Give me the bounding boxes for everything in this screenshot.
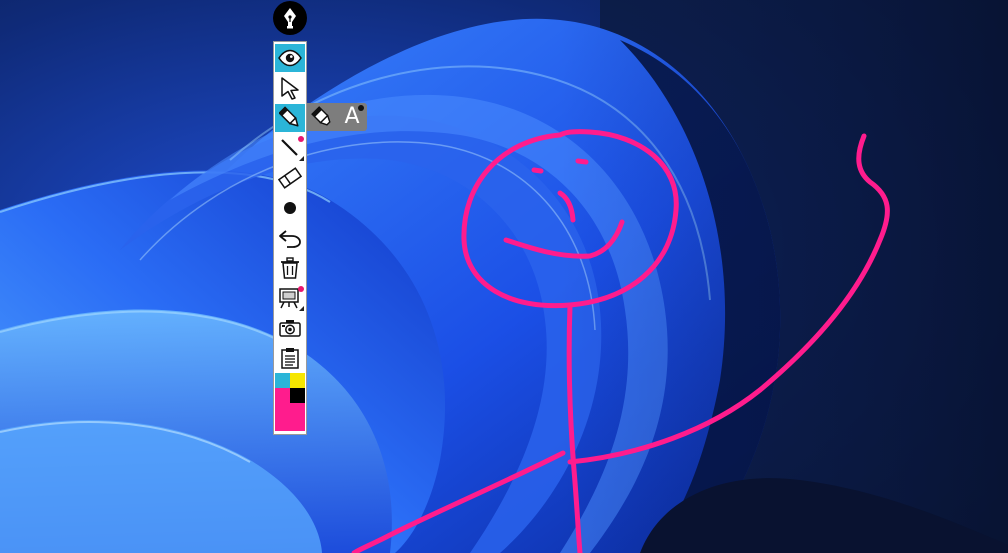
swatch-magenta[interactable] xyxy=(290,403,305,431)
eraser-tool-button[interactable] xyxy=(275,164,305,192)
visibility-toggle-button[interactable] xyxy=(275,44,305,72)
eraser-icon xyxy=(278,167,302,189)
undo-icon xyxy=(279,230,301,248)
highlighter-tool-button[interactable] xyxy=(308,103,336,131)
clipboard-icon xyxy=(281,348,299,369)
copy-to-clipboard-button[interactable] xyxy=(275,344,305,372)
trash-icon xyxy=(281,257,299,279)
pen-options-flyout: A xyxy=(307,103,367,131)
text-tool-color-badge xyxy=(358,105,364,111)
desktop-wallpaper xyxy=(0,0,1008,553)
swatch-cyan[interactable] xyxy=(275,373,290,388)
highlighter-icon xyxy=(311,106,331,126)
whiteboard-button[interactable] xyxy=(275,284,305,312)
whiteboard-options-corner[interactable] xyxy=(299,306,304,311)
color-palette xyxy=(275,373,305,431)
fountain-pen-nib-icon xyxy=(284,8,296,29)
desktop: A xyxy=(0,0,1008,553)
pen-tool-button[interactable] xyxy=(275,104,305,132)
current-color-magenta[interactable] xyxy=(275,388,290,431)
whiteboard-color-badge xyxy=(298,286,304,292)
cursor-arrow-icon xyxy=(281,77,299,100)
select-tool-button[interactable] xyxy=(275,74,305,102)
drawing-toolbar xyxy=(273,41,307,435)
text-tool-button[interactable]: A xyxy=(338,103,366,131)
clear-canvas-button[interactable] xyxy=(275,254,305,282)
pen-icon xyxy=(279,106,299,127)
undo-button[interactable] xyxy=(275,224,305,252)
line-tool-options-corner[interactable] xyxy=(299,156,304,161)
swatch-yellow[interactable] xyxy=(290,373,305,388)
line-tool-color-badge xyxy=(298,136,304,142)
eye-icon xyxy=(278,49,302,67)
dot-icon xyxy=(284,202,296,214)
stroke-width-button[interactable] xyxy=(275,194,305,222)
app-logo[interactable] xyxy=(273,1,307,35)
swatch-black[interactable] xyxy=(290,388,305,403)
camera-icon xyxy=(279,320,301,337)
screenshot-button[interactable] xyxy=(275,314,305,342)
line-tool-button[interactable] xyxy=(275,134,305,162)
